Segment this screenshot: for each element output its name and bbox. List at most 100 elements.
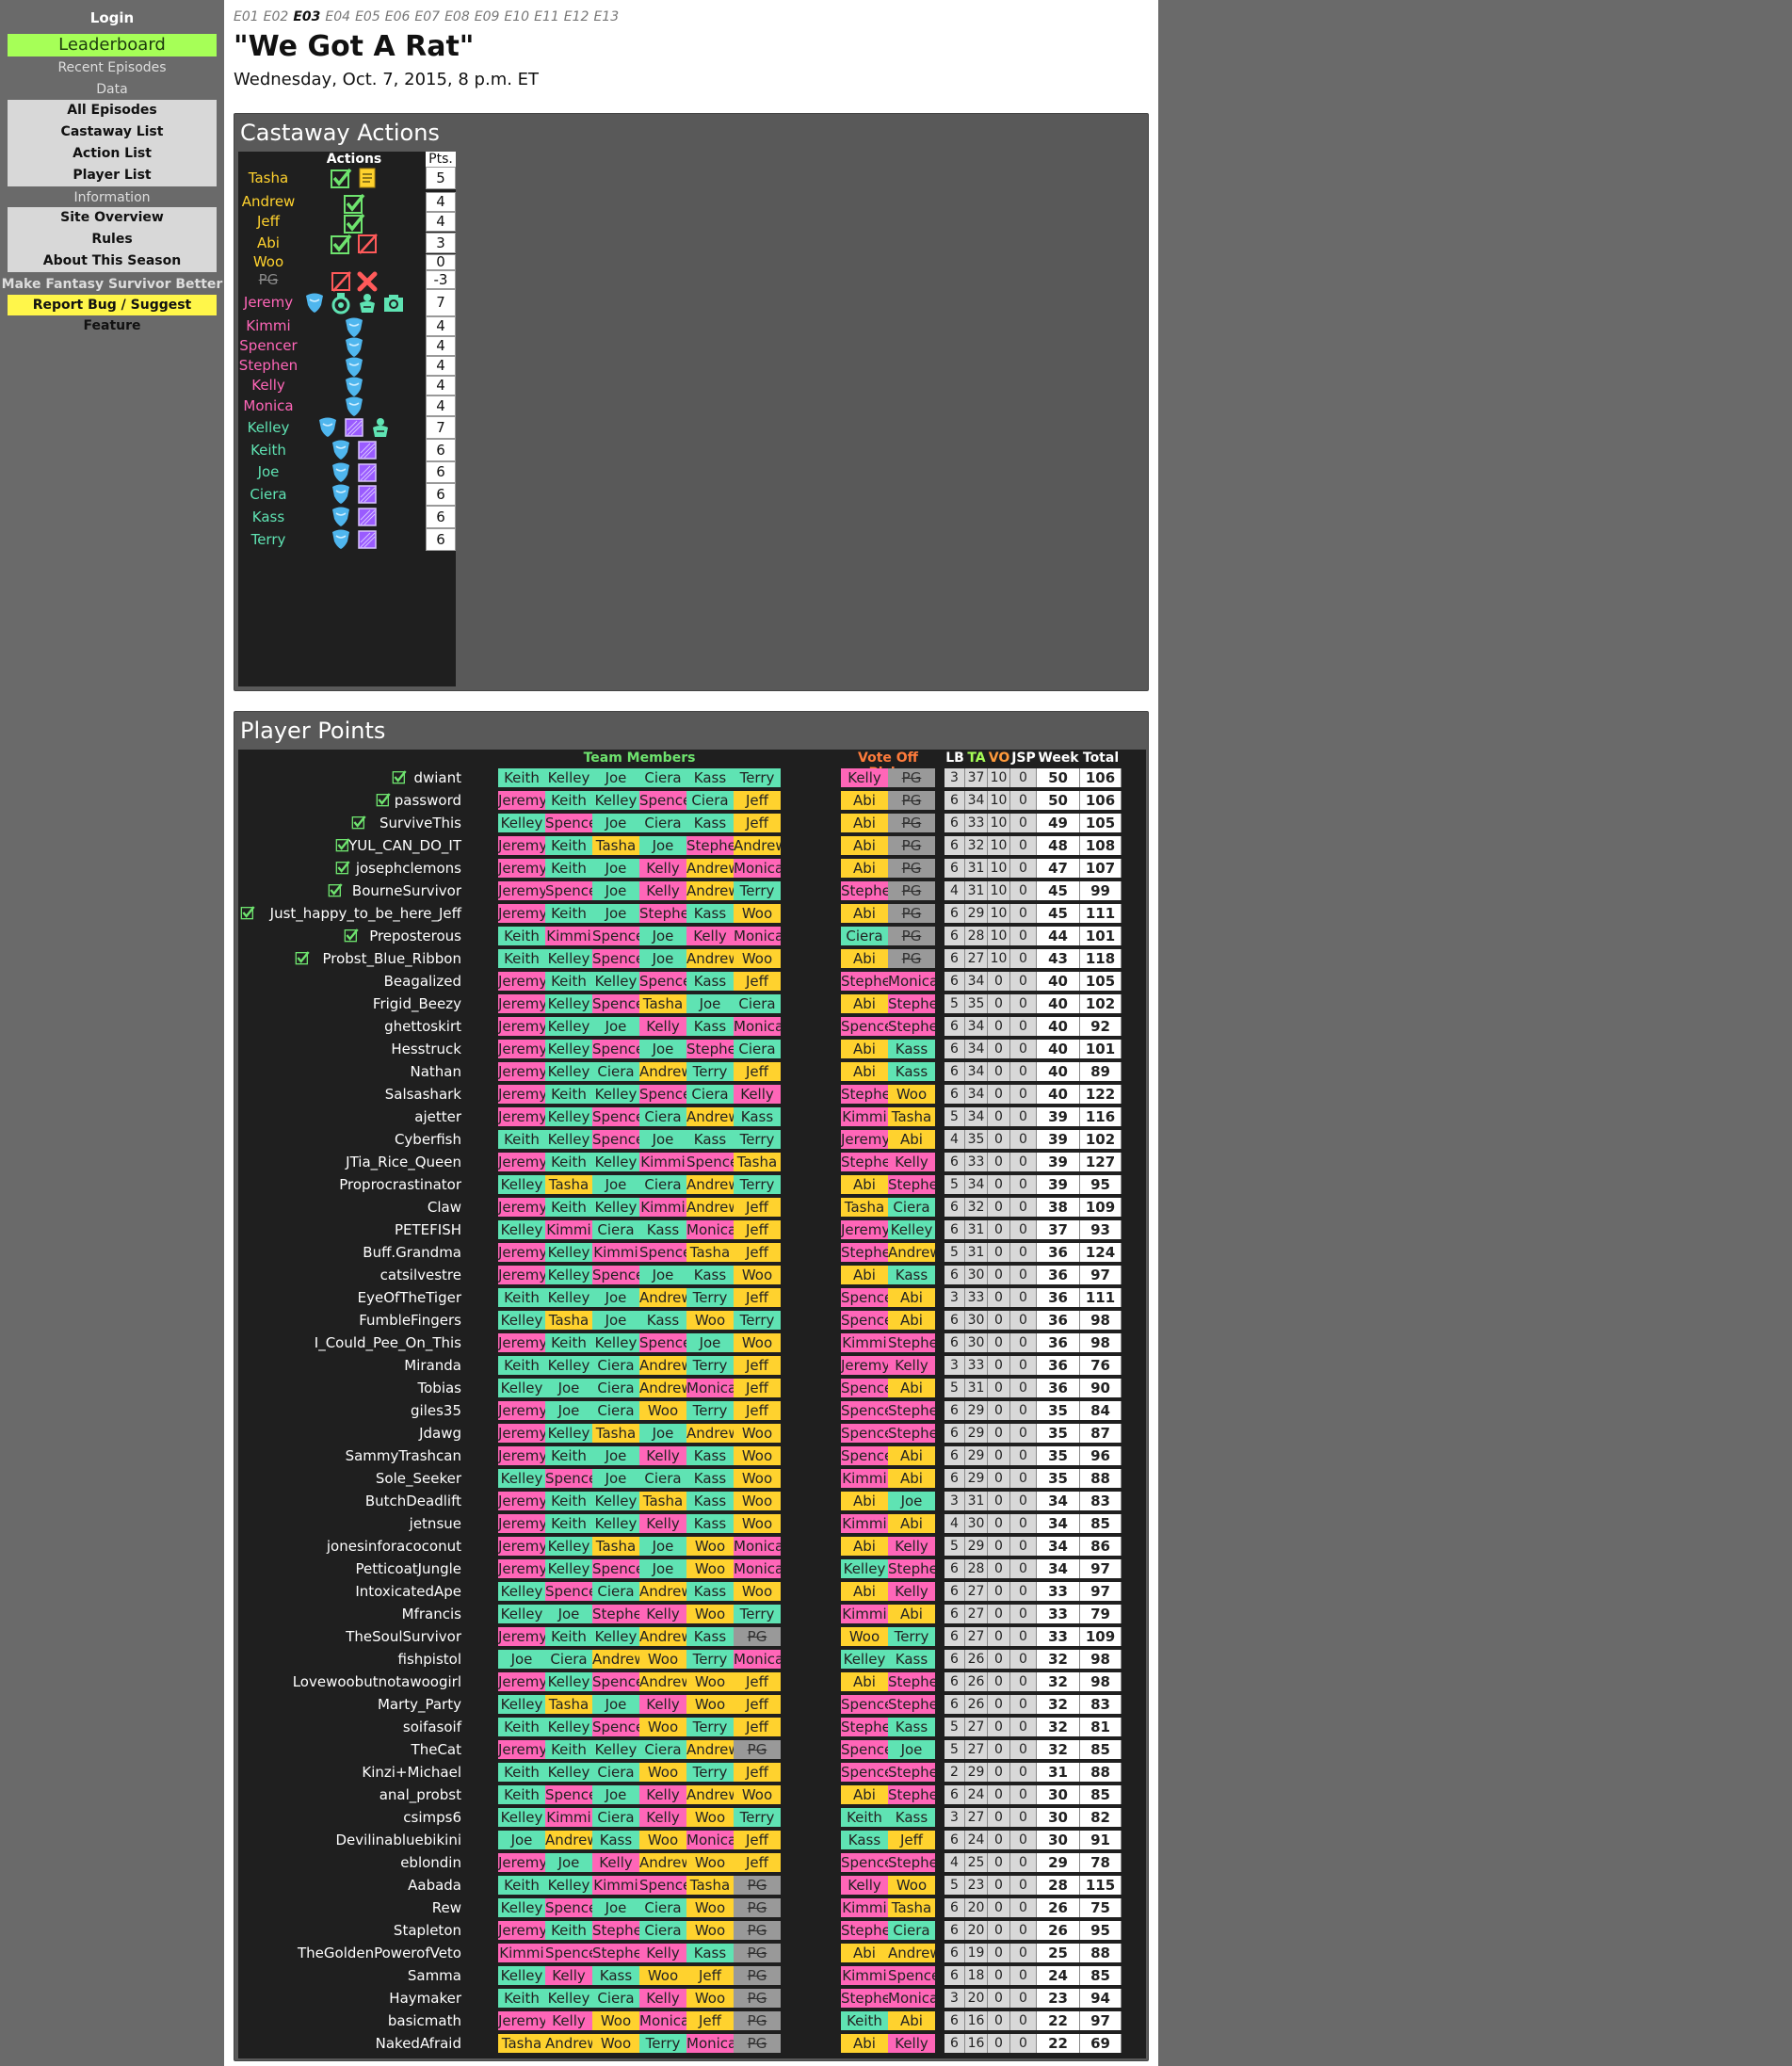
episode-link-e01[interactable]: E01 <box>234 9 259 24</box>
castaway-chip[interactable]: Jeremy <box>498 1017 545 1036</box>
all-episodes-link[interactable]: All Episodes <box>8 100 217 121</box>
castaway-chip[interactable]: Kelly <box>888 1537 935 1556</box>
castaway-chip[interactable]: Stephen <box>888 1695 935 1714</box>
castaway-chip[interactable]: Jeremy <box>498 881 545 900</box>
box-icon[interactable] <box>356 506 379 528</box>
castaway-chip[interactable]: Kelley <box>592 1492 639 1510</box>
castaway-chip[interactable]: Kelley <box>545 1537 592 1556</box>
castaway-chip[interactable]: PG <box>734 2011 781 2030</box>
castaway-chip[interactable]: Joe <box>639 1040 686 1058</box>
castaway-chip[interactable]: Kelley <box>545 1559 592 1578</box>
castaway-chip[interactable]: Woo <box>686 1559 734 1578</box>
castaway-name[interactable]: Jeff <box>238 212 299 232</box>
shield-icon[interactable] <box>330 439 352 461</box>
castaway-chip[interactable]: Abi <box>841 1537 888 1556</box>
castaway-chip[interactable]: Ciera <box>639 768 686 787</box>
castaway-chip[interactable]: Keith <box>498 1356 545 1375</box>
castaway-chip[interactable]: Woo <box>686 1695 734 1714</box>
castaway-chip[interactable]: Spencer <box>545 1582 592 1601</box>
castaway-chip[interactable]: PG <box>734 1944 781 1962</box>
castaway-chip[interactable]: Jeremy <box>498 1424 545 1443</box>
castaway-name[interactable]: Stephen <box>238 356 299 376</box>
castaway-chip[interactable]: Keith <box>545 1514 592 1533</box>
idol-icon[interactable] <box>369 416 392 439</box>
castaway-chip[interactable]: Stephen <box>841 1085 888 1104</box>
castaway-chip[interactable]: Keith <box>841 2011 888 2030</box>
castaway-chip[interactable]: Abi <box>888 1288 935 1307</box>
castaway-chip[interactable]: PG <box>734 1627 781 1646</box>
castaway-chip[interactable]: Kass <box>686 1627 734 1646</box>
castaway-chip[interactable]: Spencer <box>592 1130 639 1149</box>
castaway-chip[interactable]: Stephen <box>841 1718 888 1736</box>
castaway-chip[interactable]: Andrew <box>639 1672 686 1691</box>
castaway-chip[interactable]: Terry <box>686 1401 734 1420</box>
castaway-chip[interactable]: Ciera <box>592 1379 639 1397</box>
castaway-name[interactable]: Keith <box>238 439 299 461</box>
player-name-link[interactable]: Buff.Grandma <box>363 1241 461 1264</box>
castaway-chip[interactable]: Keith <box>498 927 545 945</box>
castaway-chip[interactable]: Kelly <box>686 927 734 945</box>
castaway-chip[interactable]: Kimmi <box>592 1243 639 1262</box>
castaway-chip[interactable]: Spencer <box>639 1085 686 1104</box>
castaway-chip[interactable]: Kelley <box>498 1379 545 1397</box>
rules-link[interactable]: Rules <box>8 229 217 250</box>
castaway-chip[interactable]: Tasha <box>545 1695 592 1714</box>
castaway-chip[interactable]: Kelly <box>734 1085 781 1104</box>
castaway-chip[interactable]: Ciera <box>686 791 734 810</box>
player-name-link[interactable]: ButchDeadlift <box>365 1490 461 1512</box>
castaway-chip[interactable]: Spencer <box>841 1853 888 1872</box>
castaway-chip[interactable]: Spencer <box>592 1107 639 1126</box>
castaway-chip[interactable]: Kelly <box>592 1853 639 1872</box>
castaway-name[interactable]: Jeremy <box>238 289 299 316</box>
castaway-chip[interactable]: Monica <box>734 1559 781 1578</box>
castaway-chip[interactable]: Abi <box>841 1582 888 1601</box>
castaway-chip[interactable]: Joe <box>592 859 639 878</box>
castaway-chip[interactable]: Woo <box>734 1469 781 1488</box>
castaway-chip[interactable]: Kass <box>686 1492 734 1510</box>
player-name-link[interactable]: soifasoif <box>403 1716 461 1738</box>
castaway-chip[interactable]: Kass <box>686 1266 734 1284</box>
castaway-chip[interactable]: Keith <box>498 1288 545 1307</box>
castaway-chip[interactable]: Kimmi <box>841 1898 888 1917</box>
castaway-chip[interactable]: Jeremy <box>498 1401 545 1420</box>
episode-link-e03[interactable]: E03 <box>293 9 320 24</box>
player-name-link[interactable]: FumbleFingers <box>359 1309 461 1332</box>
castaway-chip[interactable]: Terry <box>734 1130 781 1149</box>
castaway-chip[interactable]: Woo <box>639 1401 686 1420</box>
player-name-link[interactable]: Just_happy_to_be_here_Jeff <box>270 902 461 925</box>
castaway-chip[interactable]: Woo <box>592 2011 639 2030</box>
castaway-chip[interactable]: Kelly <box>639 1695 686 1714</box>
castaway-chip[interactable]: Abi <box>888 1379 935 1397</box>
castaway-chip[interactable]: Tasha <box>841 1198 888 1217</box>
castaway-chip[interactable]: Woo <box>686 1537 734 1556</box>
castaway-chip[interactable]: Joe <box>545 1853 592 1872</box>
castaway-name[interactable]: Kelley <box>238 416 299 439</box>
castaway-chip[interactable]: Spencer <box>841 1401 888 1420</box>
castaway-chip[interactable]: Tasha <box>545 1311 592 1330</box>
castaway-chip[interactable]: Kass <box>686 1017 734 1036</box>
castaway-chip[interactable]: Spencer <box>639 791 686 810</box>
castaway-chip[interactable]: Kelly <box>841 1876 888 1895</box>
castaway-chip[interactable]: Jeremy <box>498 1266 545 1284</box>
castaway-chip[interactable]: Andrew <box>639 1627 686 1646</box>
castaway-chip[interactable]: Spencer <box>639 1333 686 1352</box>
castaway-chip[interactable]: Kelley <box>592 1740 639 1759</box>
castaway-chip[interactable]: Terry <box>734 1605 781 1623</box>
castaway-chip[interactable]: Keith <box>545 972 592 991</box>
castaway-chip[interactable]: Jeff <box>734 1062 781 1081</box>
castaway-name[interactable]: Woo <box>238 254 299 270</box>
castaway-chip[interactable]: Ciera <box>639 1740 686 1759</box>
castaway-chip[interactable]: Keith <box>498 949 545 968</box>
castaway-chip[interactable]: Kelly <box>639 859 686 878</box>
castaway-chip[interactable]: Woo <box>734 1424 781 1443</box>
castaway-chip[interactable]: Abi <box>841 1492 888 1510</box>
castaway-chip[interactable]: Spencer <box>592 949 639 968</box>
castaway-chip[interactable]: Keith <box>545 859 592 878</box>
castaway-chip[interactable]: Jeremy <box>498 904 545 923</box>
castaway-chip[interactable]: Kass <box>888 1062 935 1081</box>
castaway-chip[interactable]: Woo <box>686 1808 734 1827</box>
castaway-chip[interactable]: Woo <box>686 1311 734 1330</box>
castaway-chip[interactable]: Kelley <box>545 1243 592 1262</box>
episode-link-e06[interactable]: E06 <box>385 9 411 24</box>
castaway-chip[interactable]: Keith <box>545 1627 592 1646</box>
